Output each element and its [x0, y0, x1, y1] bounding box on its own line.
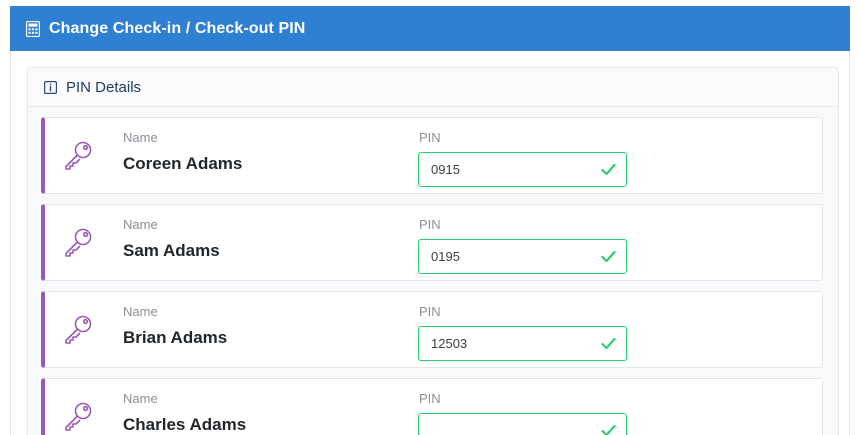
header-bar: Change Check-in / Check-out PIN [10, 6, 850, 51]
page: Change Check-in / Check-out PIN PIN Deta… [0, 0, 859, 435]
pin-label: PIN [419, 304, 441, 319]
key-icon [65, 315, 92, 344]
pin-input[interactable] [419, 327, 589, 360]
check-icon [601, 337, 616, 350]
name-label: Name [123, 130, 158, 145]
key-icon [65, 228, 92, 257]
calculator-icon [26, 20, 40, 37]
page-title: Change Check-in / Check-out PIN [49, 19, 306, 37]
pin-field [418, 239, 627, 274]
pin-input[interactable] [419, 414, 589, 435]
pin-field [418, 413, 627, 435]
info-icon [44, 80, 57, 94]
pin-row: Name Brian Adams PIN [41, 291, 823, 368]
name-label: Name [123, 391, 158, 406]
name-value: Sam Adams [123, 241, 220, 260]
check-icon [601, 424, 616, 435]
name-value: Coreen Adams [123, 154, 243, 173]
pin-label: PIN [419, 391, 441, 406]
pin-row: Name Coreen Adams PIN [41, 117, 823, 194]
pin-field [418, 152, 627, 187]
pin-row: Name Sam Adams PIN [41, 204, 823, 281]
pin-input[interactable] [419, 240, 589, 273]
key-icon [65, 402, 92, 431]
check-icon [601, 163, 616, 176]
key-icon [65, 141, 92, 170]
name-value: Brian Adams [123, 328, 228, 347]
name-label: Name [123, 217, 158, 232]
pin-field [418, 326, 627, 361]
pin-details-header: PIN Details [28, 68, 838, 107]
name-value: Charles Adams [123, 415, 247, 434]
pin-input[interactable] [419, 153, 589, 186]
check-icon [601, 250, 616, 263]
pin-row: Name Charles Adams PIN [41, 378, 823, 435]
pin-label: PIN [419, 217, 441, 232]
pin-details-title: PIN Details [66, 78, 142, 96]
pin-label: PIN [419, 130, 441, 145]
name-label: Name [123, 304, 158, 319]
